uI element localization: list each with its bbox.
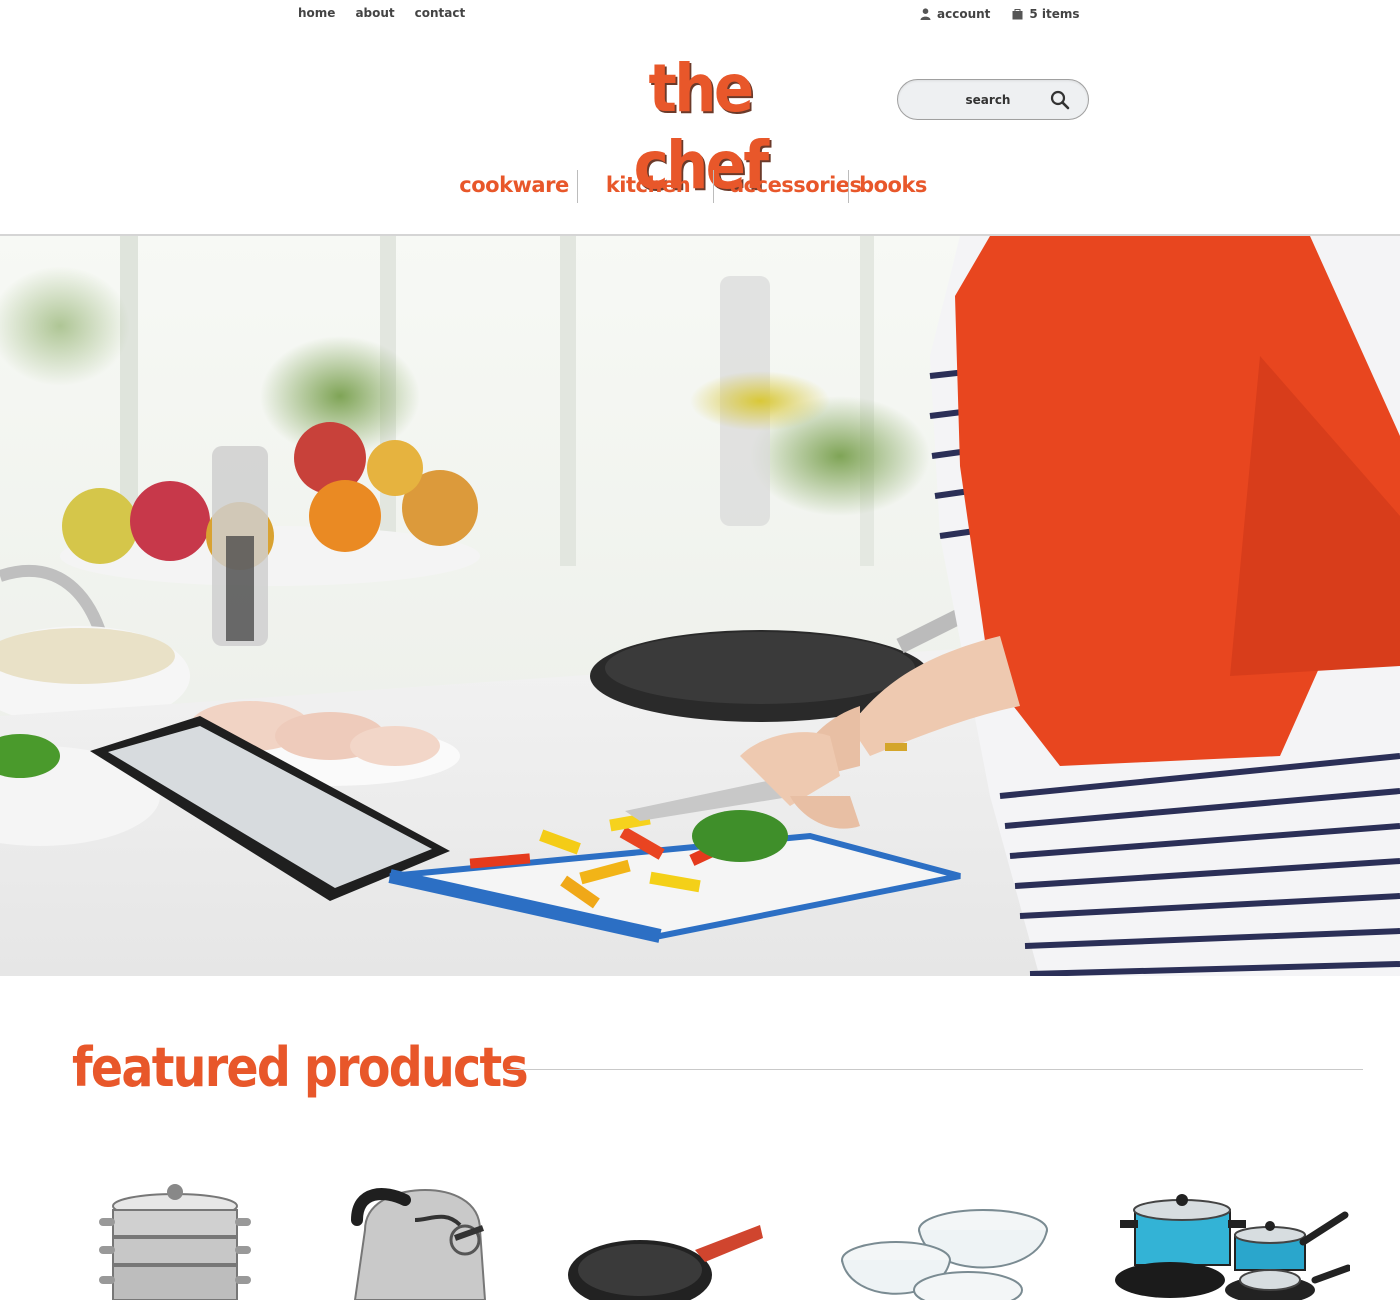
nav-item-kitchen[interactable]: kitchen [594,170,702,204]
glass-bowls-icon [841,1209,1048,1300]
account-link[interactable]: account [920,7,990,21]
nav-separator [713,170,714,203]
top-user-links: account 5 items [920,7,1080,21]
search-icon[interactable] [1050,90,1070,110]
kettle-icon [351,1188,487,1300]
hero-banner[interactable] [0,234,1400,976]
cart-link[interactable]: 5 items [1012,7,1080,21]
top-utility-bar: home about contact account 5 items [0,0,1400,30]
nav-item-accessories[interactable]: accessories [730,170,862,204]
steamer-pot-icon [99,1184,251,1300]
nav-link-home[interactable]: home [298,6,335,20]
nav-separator [848,170,849,203]
product-card-kettle[interactable] [345,1180,495,1300]
product-card-cookware-set[interactable] [1110,1180,1352,1300]
hero-image [0,236,1400,976]
product-card-steamer[interactable] [95,1180,255,1300]
nav-item-books[interactable]: books [858,170,928,204]
nav-link-contact[interactable]: contact [415,6,466,20]
nav-link-about[interactable]: about [355,6,394,20]
cookware-set-icon [1115,1194,1352,1300]
cart-icon [1012,8,1023,19]
account-label: account [937,7,991,21]
search-input[interactable] [918,89,1058,111]
product-card-frying-pan[interactable] [565,1180,765,1300]
top-nav-links: home about contact [298,6,465,20]
cart-label: 5 items [1029,7,1080,21]
user-icon [920,8,931,20]
frying-pan-icon [568,1225,763,1300]
product-card-glass-bowls[interactable] [838,1180,1053,1300]
main-category-nav: cookware kitchen accessories books [0,170,1400,204]
nav-item-cookware[interactable]: cookware [458,170,570,204]
divider [507,1069,1363,1070]
search-box [897,79,1089,120]
featured-products-heading: featured products [72,1036,529,1099]
nav-separator [577,170,578,203]
